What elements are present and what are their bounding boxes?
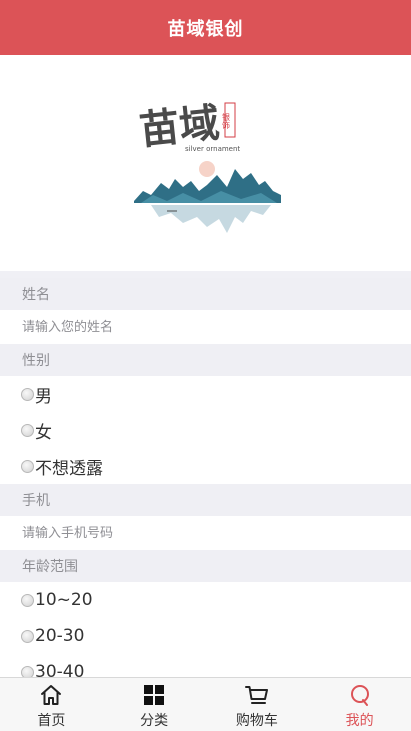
radio-button[interactable] <box>21 665 34 677</box>
banner-divider <box>0 271 411 278</box>
gender-section-label: 性别 <box>0 344 411 376</box>
age-option-10-20[interactable]: 10~20 <box>0 582 411 618</box>
phone-section-label: 手机 <box>0 484 411 516</box>
info-form: 姓名 性别 男 女 不想透露 手机 年龄范围 10~20 <box>0 278 411 677</box>
gender-option-male[interactable]: 男 <box>0 376 411 412</box>
cart-icon <box>244 683 269 707</box>
brand-logo: 苗域 银饰 silver ornament <box>133 99 281 233</box>
name-section-label: 姓名 <box>0 278 411 310</box>
tab-home[interactable]: 首页 <box>0 678 103 731</box>
logo-reflection <box>150 205 271 233</box>
header-bar: 苗域银创 <box>0 0 411 55</box>
name-input[interactable] <box>0 310 411 344</box>
age-option-30-40[interactable]: 30-40 <box>0 654 411 677</box>
radio-button[interactable] <box>21 387 34 401</box>
bottom-tab-bar: 首页 分类 购物车 我的 <box>0 677 411 731</box>
home-icon <box>39 683 63 707</box>
tab-profile[interactable]: 我的 <box>308 678 411 731</box>
phone-input[interactable] <box>0 516 411 550</box>
grid-icon <box>142 683 166 707</box>
brand-banner: 苗域 银饰 silver ornament <box>0 55 411 271</box>
app-page: 苗域银创 苗域 银饰 silver ornament 姓名 性别 <box>0 0 411 731</box>
gender-option-undisclosed[interactable]: 不想透露 <box>0 448 411 484</box>
age-section-label: 年龄范围 <box>0 550 411 582</box>
page-title: 苗域银创 <box>167 18 244 40</box>
age-option-20-30[interactable]: 20-30 <box>0 618 411 654</box>
profile-icon <box>348 683 372 707</box>
gender-option-female[interactable]: 女 <box>0 412 411 448</box>
radio-button[interactable] <box>21 593 34 607</box>
tab-category[interactable]: 分类 <box>103 678 206 731</box>
logo-text-small: 银饰 <box>221 112 230 130</box>
radio-button[interactable] <box>21 423 34 437</box>
logo-sun <box>198 161 215 177</box>
radio-button[interactable] <box>21 459 34 473</box>
logo-subtitle: silver ornament <box>185 145 240 153</box>
radio-button[interactable] <box>21 629 34 643</box>
tab-cart[interactable]: 购物车 <box>206 678 309 731</box>
